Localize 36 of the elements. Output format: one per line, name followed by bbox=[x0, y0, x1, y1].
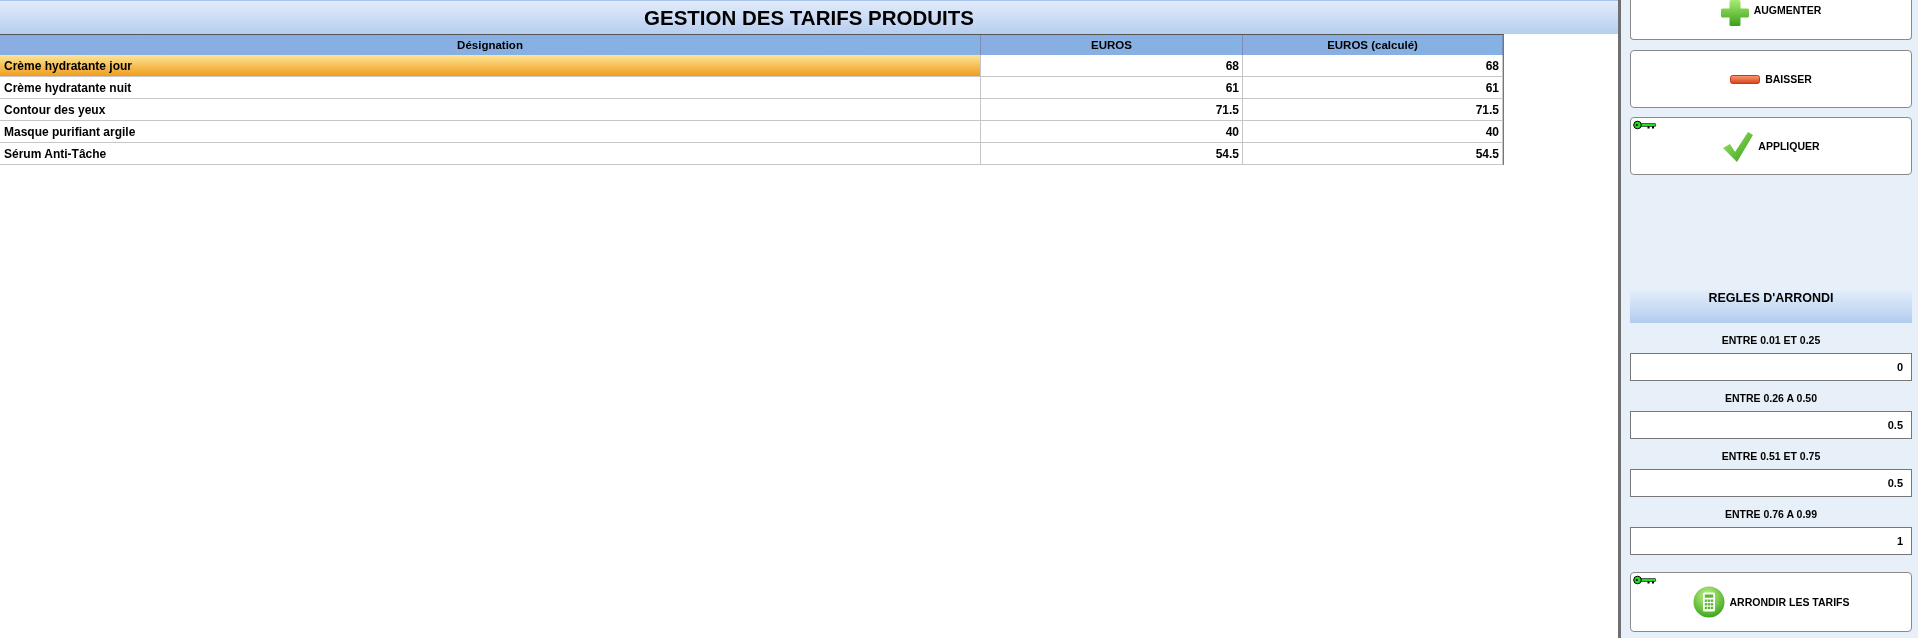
column-header: Désignation bbox=[0, 35, 981, 55]
checkmark-icon bbox=[1722, 130, 1754, 162]
apply-button[interactable]: APPLIQUER bbox=[1630, 117, 1912, 175]
table-cell: Contour des yeux bbox=[0, 99, 981, 121]
plus-icon bbox=[1720, 0, 1749, 26]
rounding-field[interactable]: 0.5 bbox=[1630, 469, 1912, 497]
minus-icon bbox=[1730, 74, 1761, 84]
table-cell: 54.5 bbox=[1243, 143, 1503, 165]
rounding-field[interactable]: 0.5 bbox=[1630, 411, 1912, 439]
table-cell: 54.5 bbox=[981, 143, 1243, 165]
column-header: EUROS bbox=[981, 35, 1243, 55]
rounding-field[interactable]: 1 bbox=[1630, 527, 1912, 555]
table-cell: 40 bbox=[981, 121, 1243, 143]
field-label: ENTRE 0.26 A 0.50 bbox=[1725, 391, 1817, 406]
page-title: GESTION DES TARIFS PRODUITS bbox=[644, 5, 974, 30]
field-label: ENTRE 0.76 A 0.99 bbox=[1725, 507, 1817, 522]
table-cell: 71.5 bbox=[1243, 99, 1503, 121]
column-header: EUROS (calculé) bbox=[1243, 35, 1503, 55]
rounding-field[interactable]: 0 bbox=[1630, 353, 1912, 381]
decrease-button[interactable]: BAISSER bbox=[1630, 50, 1912, 108]
section-header: REGLES D'ARRONDI bbox=[1630, 290, 1912, 323]
table-cell: 40 bbox=[1243, 121, 1503, 143]
table-cell: Crème hydratante nuit bbox=[0, 77, 981, 99]
table-cell: Masque purifiant argile bbox=[0, 121, 981, 143]
round-prices-button[interactable]: ARRONDIR LES TARIFS bbox=[1630, 572, 1912, 632]
calculator-icon bbox=[1692, 586, 1725, 618]
increase-button[interactable]: AUGMENTER bbox=[1630, 0, 1912, 40]
table-cell: 61 bbox=[981, 77, 1243, 99]
table-cell: 71.5 bbox=[981, 99, 1243, 121]
field-label: ENTRE 0.01 ET 0.25 bbox=[1721, 333, 1821, 348]
table-cell: Crème hydratante jour bbox=[0, 55, 981, 77]
table-cell: 68 bbox=[1243, 55, 1503, 77]
table-cell: 68 bbox=[981, 55, 1243, 77]
table-cell: Sérum Anti-Tâche bbox=[0, 143, 981, 165]
table-cell: 61 bbox=[1243, 77, 1503, 99]
field-label: ENTRE 0.51 ET 0.75 bbox=[1721, 449, 1821, 464]
